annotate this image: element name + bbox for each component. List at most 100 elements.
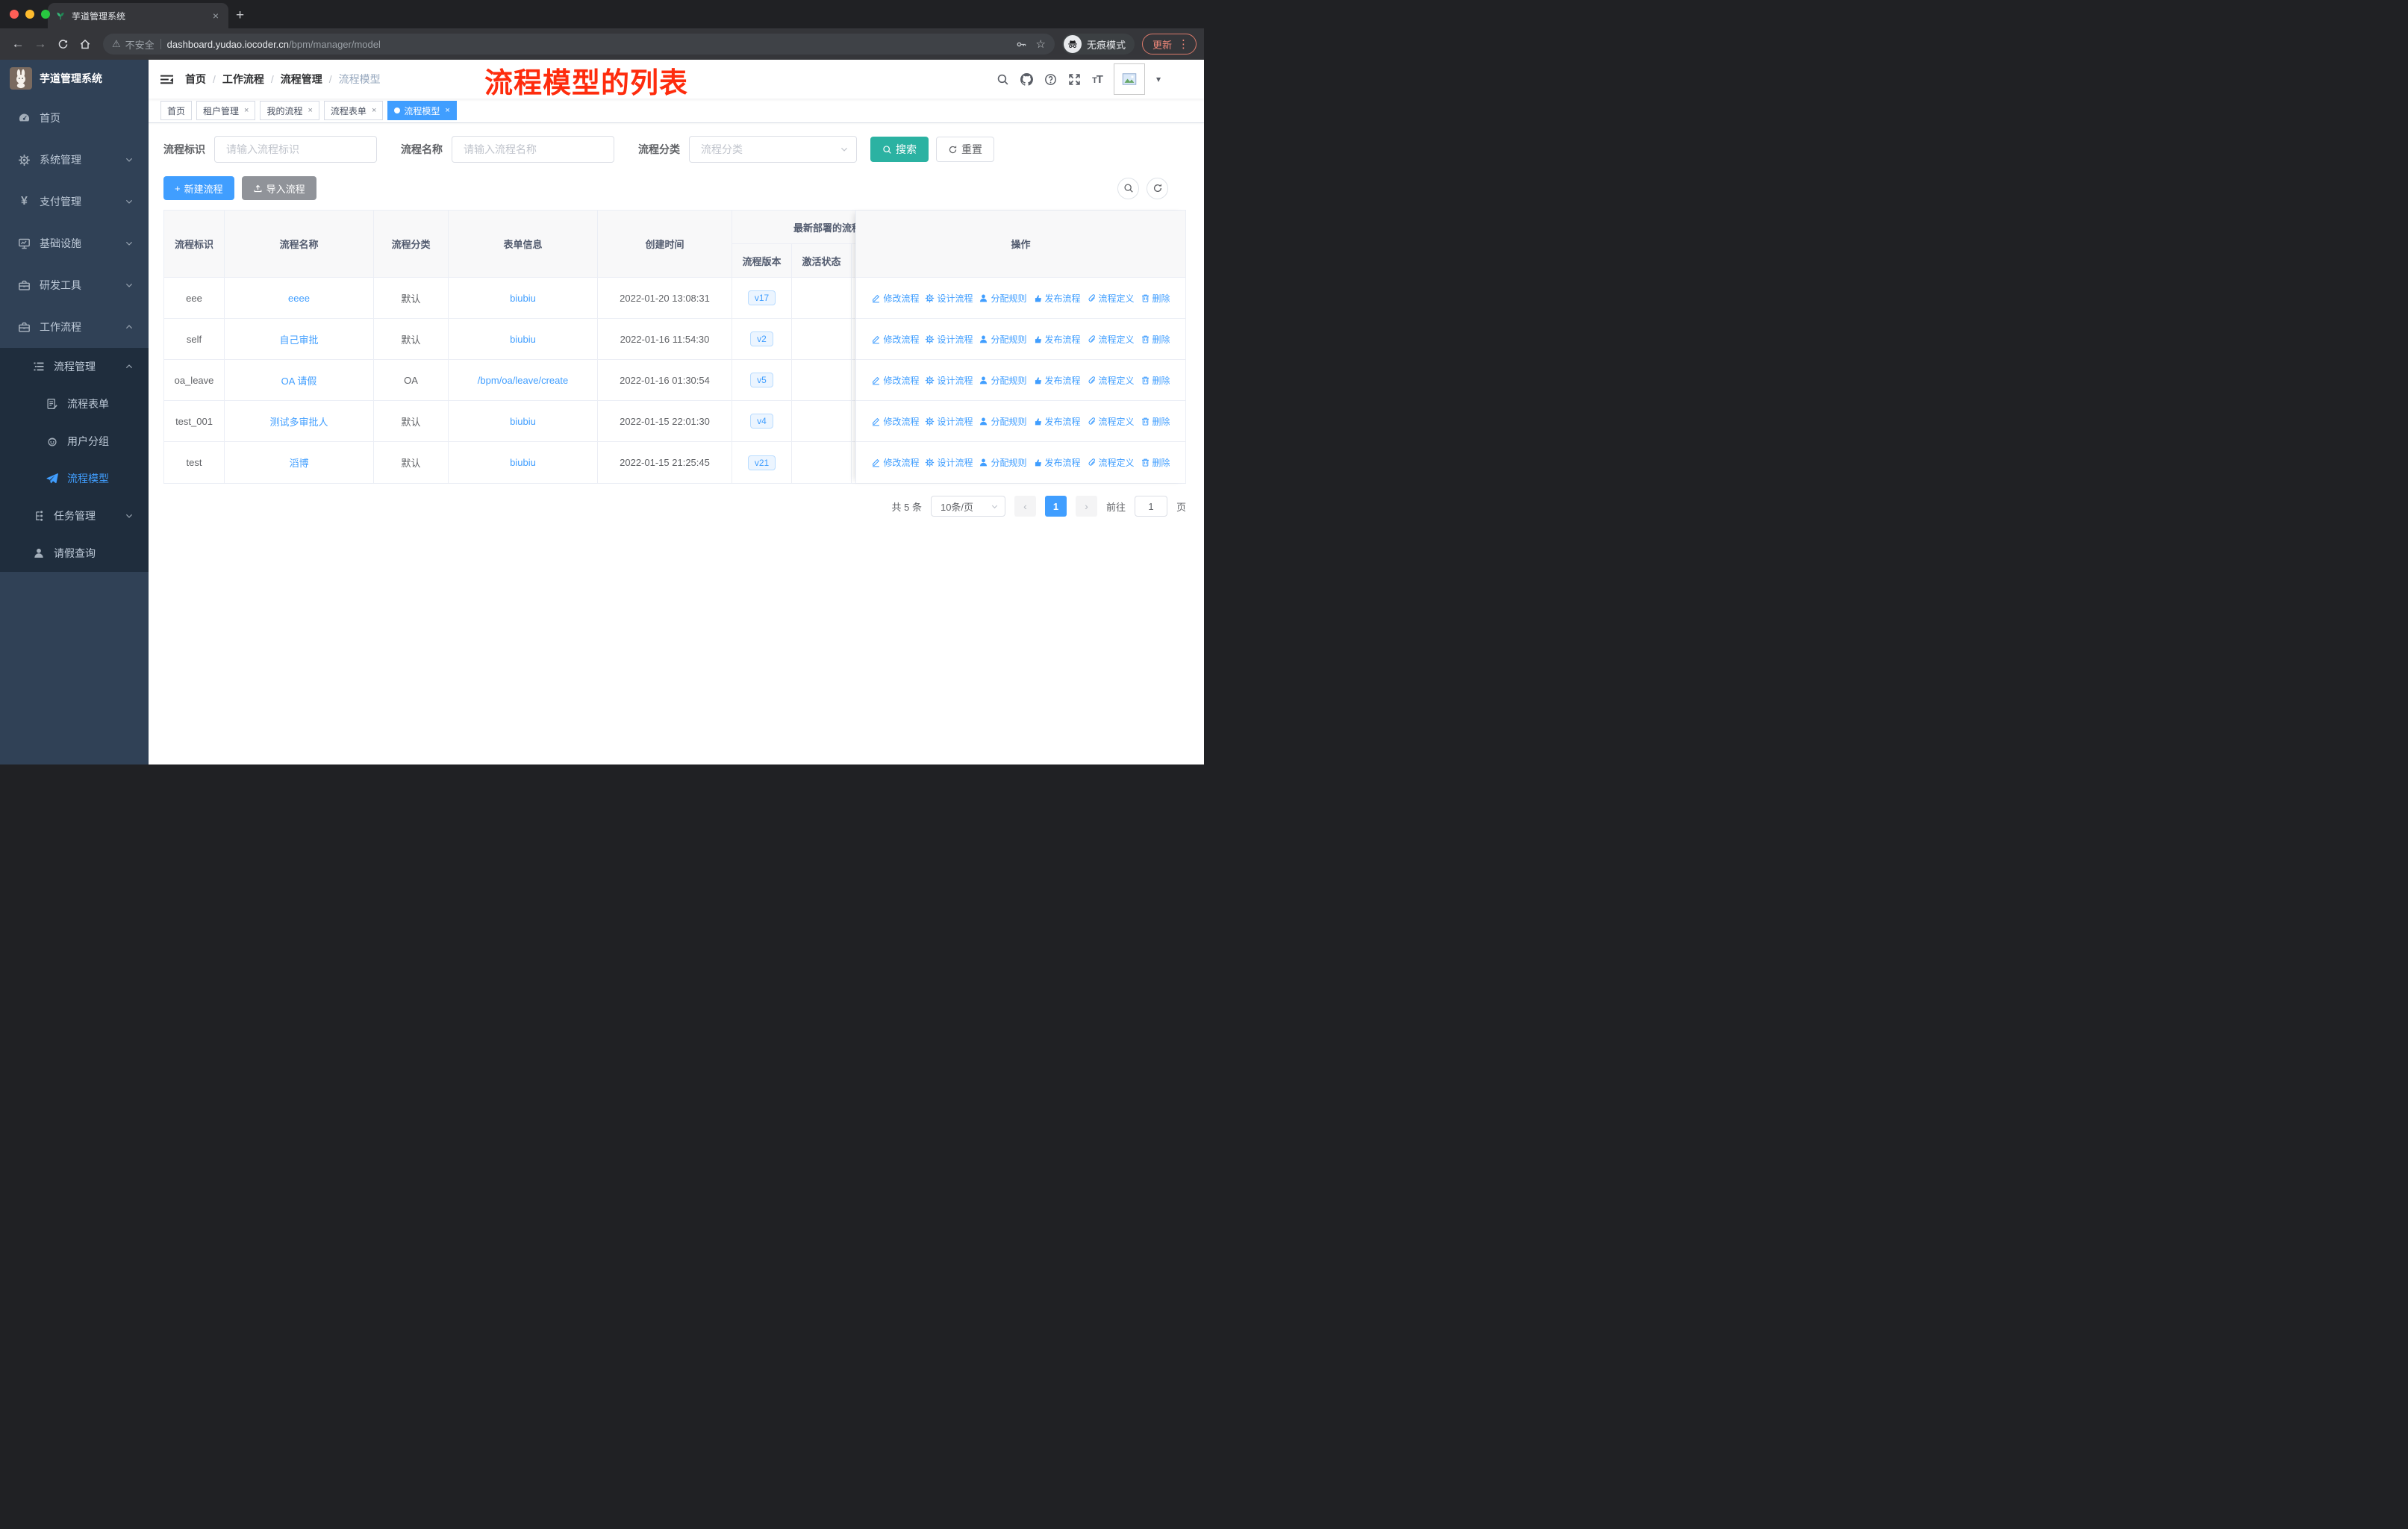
font-size-icon[interactable]: TT bbox=[1092, 73, 1103, 86]
sidebar-item-task-mgmt[interactable]: 任务管理 bbox=[0, 497, 149, 535]
publish-process-link[interactable]: 发布流程 bbox=[1033, 333, 1081, 346]
sidebar-item-process-model[interactable]: 流程模型 bbox=[0, 460, 149, 497]
github-icon[interactable] bbox=[1020, 73, 1033, 86]
tag-home[interactable]: 首页 bbox=[160, 101, 193, 120]
process-definition-link[interactable]: 流程定义 bbox=[1087, 292, 1135, 305]
tag-process-model[interactable]: 流程模型 × bbox=[387, 101, 457, 120]
browser-tab[interactable]: 芋道管理系统 × bbox=[48, 3, 228, 28]
breadcrumb-workflow[interactable]: 工作流程 bbox=[222, 72, 264, 87]
search-icon[interactable] bbox=[996, 73, 1009, 86]
assign-rule-link[interactable]: 分配规则 bbox=[979, 456, 1027, 469]
design-process-link[interactable]: 设计流程 bbox=[925, 333, 973, 346]
edit-process-link[interactable]: 修改流程 bbox=[871, 456, 919, 469]
sidebar-item-infra[interactable]: 基础设施 bbox=[0, 222, 149, 264]
caret-down-icon[interactable]: ▾ bbox=[1156, 74, 1161, 84]
sidebar-item-process-mgmt[interactable]: 流程管理 bbox=[0, 348, 149, 385]
sidebar-item-payment[interactable]: ¥ 支付管理 bbox=[0, 181, 149, 222]
sidebar-logo[interactable]: 芋道管理系统 bbox=[0, 60, 149, 97]
page-number-1[interactable]: 1 bbox=[1044, 496, 1067, 517]
process-definition-link[interactable]: 流程定义 bbox=[1087, 374, 1135, 387]
sidebar-item-user-group[interactable]: 用户分组 bbox=[0, 423, 149, 460]
tab-close-icon[interactable]: × bbox=[210, 10, 221, 22]
avatar[interactable] bbox=[1113, 63, 1145, 95]
sidebar-item-process-form[interactable]: 流程表单 bbox=[0, 385, 149, 423]
process-definition-link[interactable]: 流程定义 bbox=[1087, 456, 1135, 469]
new-tab-button[interactable]: + bbox=[236, 7, 244, 24]
delete-link[interactable]: 删除 bbox=[1141, 333, 1170, 346]
home-icon[interactable] bbox=[75, 34, 96, 55]
tag-close-icon[interactable]: × bbox=[243, 106, 249, 115]
assign-rule-link[interactable]: 分配规则 bbox=[979, 374, 1027, 387]
help-icon[interactable] bbox=[1044, 73, 1057, 86]
sidebar-item-home[interactable]: 首页 bbox=[0, 97, 149, 139]
goto-page-input[interactable] bbox=[1134, 496, 1167, 517]
design-process-link[interactable]: 设计流程 bbox=[925, 292, 973, 305]
form-info-link[interactable]: biubiu bbox=[510, 457, 536, 468]
publish-process-link[interactable]: 发布流程 bbox=[1033, 415, 1081, 428]
process-name-link[interactable]: 自己审批 bbox=[279, 334, 318, 346]
search-button[interactable]: 搜索 bbox=[870, 137, 929, 162]
edit-process-link[interactable]: 修改流程 bbox=[871, 292, 919, 305]
key-icon[interactable] bbox=[1016, 39, 1027, 50]
publish-process-link[interactable]: 发布流程 bbox=[1033, 456, 1081, 469]
browser-update-button[interactable]: 更新 ⋮ bbox=[1141, 34, 1197, 55]
import-process-button[interactable]: 导入流程 bbox=[241, 176, 316, 200]
maximize-window-button[interactable] bbox=[41, 10, 50, 19]
process-definition-link[interactable]: 流程定义 bbox=[1087, 415, 1135, 428]
process-name-link[interactable]: 测试多审批人 bbox=[269, 417, 328, 428]
process-name-link[interactable]: 滔博 bbox=[289, 458, 308, 469]
bookmark-star-icon[interactable]: ☆ bbox=[1036, 37, 1046, 51]
assign-rule-link[interactable]: 分配规则 bbox=[979, 415, 1027, 428]
close-window-button[interactable] bbox=[10, 10, 19, 19]
assign-rule-link[interactable]: 分配规则 bbox=[979, 333, 1027, 346]
process-name-link[interactable]: eeee bbox=[288, 293, 310, 304]
tag-close-icon[interactable]: × bbox=[370, 106, 376, 115]
toggle-search-button[interactable] bbox=[1117, 177, 1139, 199]
assign-rule-link[interactable]: 分配规则 bbox=[979, 292, 1027, 305]
edit-process-link[interactable]: 修改流程 bbox=[871, 374, 919, 387]
page-size-select[interactable]: 10条/页 bbox=[930, 496, 1005, 517]
form-info-link[interactable]: biubiu bbox=[510, 334, 536, 345]
sidebar-item-system[interactable]: 系统管理 bbox=[0, 139, 149, 181]
breadcrumb-process-mgmt[interactable]: 流程管理 bbox=[281, 72, 322, 87]
hamburger-icon[interactable] bbox=[160, 73, 173, 86]
menu-kebab-icon[interactable]: ⋮ bbox=[1178, 37, 1189, 51]
form-info-link[interactable]: biubiu bbox=[510, 293, 536, 304]
sidebar-item-devtools[interactable]: 研发工具 bbox=[0, 264, 149, 306]
form-info-link[interactable]: /bpm/oa/leave/create bbox=[478, 375, 568, 386]
fullscreen-icon[interactable] bbox=[1068, 73, 1081, 86]
design-process-link[interactable]: 设计流程 bbox=[925, 415, 973, 428]
sidebar-item-leave-query[interactable]: 请假查询 bbox=[0, 535, 149, 572]
tag-close-icon[interactable]: × bbox=[443, 106, 449, 115]
delete-link[interactable]: 删除 bbox=[1141, 415, 1170, 428]
refresh-table-button[interactable] bbox=[1147, 177, 1168, 199]
back-icon[interactable]: ← bbox=[7, 34, 28, 55]
publish-process-link[interactable]: 发布流程 bbox=[1033, 292, 1081, 305]
form-info-link[interactable]: biubiu bbox=[510, 416, 536, 427]
forward-icon[interactable]: → bbox=[30, 34, 51, 55]
reset-button[interactable]: 重置 bbox=[936, 137, 994, 162]
delete-link[interactable]: 删除 bbox=[1141, 292, 1170, 305]
design-process-link[interactable]: 设计流程 bbox=[925, 374, 973, 387]
minimize-window-button[interactable] bbox=[25, 10, 34, 19]
process-name-link[interactable]: OA 请假 bbox=[281, 376, 317, 387]
reload-icon[interactable] bbox=[52, 34, 73, 55]
next-page-button[interactable]: › bbox=[1075, 496, 1097, 517]
create-process-button[interactable]: + 新建流程 bbox=[163, 176, 234, 200]
tag-process-form[interactable]: 流程表单 × bbox=[323, 101, 384, 120]
tag-close-icon[interactable]: × bbox=[306, 106, 312, 115]
prev-page-button[interactable]: ‹ bbox=[1014, 496, 1036, 517]
process-definition-link[interactable]: 流程定义 bbox=[1087, 333, 1135, 346]
sidebar-item-workflow[interactable]: 工作流程 bbox=[0, 306, 149, 348]
tag-my-process[interactable]: 我的流程 × bbox=[260, 101, 319, 120]
breadcrumb-home[interactable]: 首页 bbox=[185, 72, 206, 87]
delete-link[interactable]: 删除 bbox=[1141, 456, 1170, 469]
edit-process-link[interactable]: 修改流程 bbox=[871, 333, 919, 346]
security-chip[interactable]: ⚠ 不安全 bbox=[112, 37, 155, 52]
process-id-input[interactable] bbox=[214, 136, 377, 163]
design-process-link[interactable]: 设计流程 bbox=[925, 456, 973, 469]
category-select[interactable]: 流程分类 bbox=[689, 136, 857, 163]
edit-process-link[interactable]: 修改流程 bbox=[871, 415, 919, 428]
process-name-input[interactable] bbox=[452, 136, 614, 163]
address-bar[interactable]: ⚠ 不安全 dashboard.yudao.iocoder.cn/bpm/man… bbox=[103, 34, 1055, 55]
